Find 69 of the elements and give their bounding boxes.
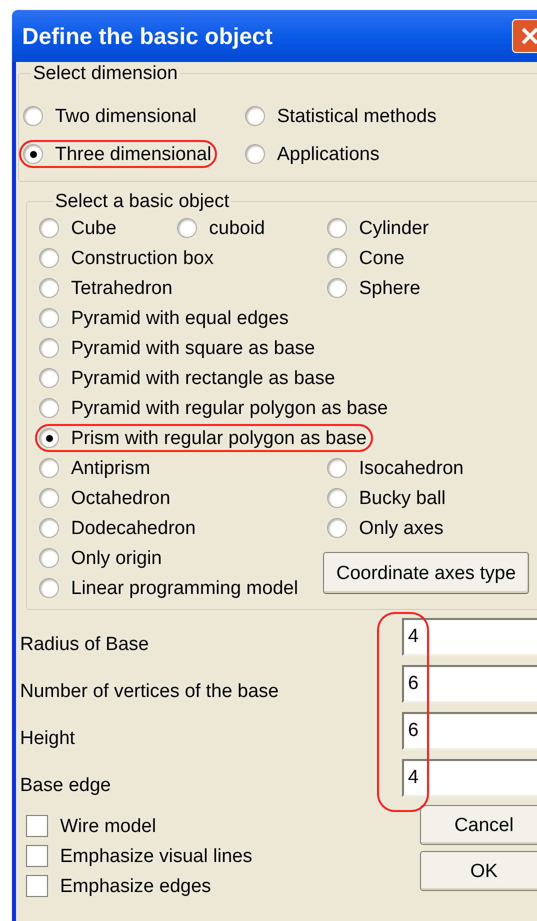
option-label: Only origin <box>71 548 162 568</box>
option-label: Octahedron <box>71 488 170 508</box>
option-label: Linear programming model <box>71 578 298 598</box>
radio-button[interactable] <box>39 578 59 598</box>
radio-button[interactable] <box>327 518 347 538</box>
window-title: Define the basic object <box>21 24 273 48</box>
option-label: Cone <box>359 248 404 268</box>
option-label: Three dimensional <box>55 144 212 164</box>
field-label: Number of vertices of the base <box>20 680 279 700</box>
radio-button[interactable] <box>39 518 59 538</box>
radio-button[interactable] <box>39 488 59 508</box>
checkbox[interactable] <box>26 845 48 867</box>
radio-button[interactable] <box>245 144 265 164</box>
option-label: Pyramid with equal edges <box>71 308 289 328</box>
radio-button[interactable] <box>245 106 265 126</box>
radio-button[interactable] <box>39 458 59 478</box>
option-label: Tetrahedron <box>71 278 172 298</box>
radio-button[interactable] <box>23 144 43 164</box>
option-label: Dodecahedron <box>71 518 196 538</box>
option-label: Pyramid with rectangle as base <box>71 368 336 388</box>
radio-button[interactable] <box>327 218 347 238</box>
option-label: Applications <box>277 144 380 164</box>
option-label: Bucky ball <box>359 488 446 508</box>
radio-button[interactable] <box>327 458 347 478</box>
group-title: Select a basic object <box>54 192 230 211</box>
option-label: Prism with regular polygon as base <box>71 428 367 448</box>
checkbox[interactable] <box>26 815 48 837</box>
radio-button[interactable] <box>39 548 59 568</box>
checkbox[interactable] <box>26 875 48 897</box>
radio-button[interactable] <box>39 308 59 328</box>
field-label: Radius of Base <box>20 632 149 654</box>
group-title: Select dimension <box>32 64 179 83</box>
field-label: Height <box>20 726 75 748</box>
option-label: Only axes <box>359 518 444 538</box>
input-field[interactable]: 4 <box>402 618 537 656</box>
radio-button[interactable] <box>23 106 43 126</box>
field-label: Base edge <box>20 774 111 794</box>
option-label: Construction box <box>71 248 214 268</box>
input-field[interactable]: 6 <box>402 665 537 703</box>
option-label: Antiprism <box>71 458 150 478</box>
dialog-button[interactable]: OK <box>420 851 537 891</box>
option-label: cuboid <box>209 218 265 238</box>
radio-button[interactable] <box>39 368 59 388</box>
radio-button[interactable] <box>177 218 197 238</box>
option-label: Cylinder <box>359 218 429 238</box>
option-label: Pyramid with square as base <box>71 338 315 358</box>
option-label: Cube <box>71 218 116 238</box>
checkbox-label: Wire model <box>60 816 156 836</box>
radio-button[interactable] <box>327 248 347 268</box>
radio-button[interactable] <box>39 218 59 238</box>
radio-button[interactable] <box>39 278 59 298</box>
radio-button[interactable] <box>39 398 59 418</box>
option-label: Statistical methods <box>277 106 436 126</box>
option-label: Isocahedron <box>359 458 464 478</box>
axes-type-button[interactable]: Coordinate axes type <box>323 552 529 594</box>
input-field[interactable]: 6 <box>402 712 537 750</box>
option-label: Sphere <box>359 278 420 298</box>
option-label: Two dimensional <box>55 106 197 126</box>
checkbox-label: Emphasize edges <box>60 876 212 896</box>
option-label: Pyramid with regular polygon as base <box>71 398 388 418</box>
radio-button[interactable] <box>39 248 59 268</box>
dialog-button[interactable]: Cancel <box>420 805 537 845</box>
radio-button[interactable] <box>327 488 347 508</box>
checkbox-label: Emphasize visual lines <box>60 846 252 866</box>
input-field[interactable]: 4 <box>402 759 537 797</box>
close-icon <box>520 26 537 46</box>
radio-button[interactable] <box>39 338 59 358</box>
radio-button[interactable] <box>39 428 59 448</box>
radio-button[interactable] <box>327 278 347 298</box>
